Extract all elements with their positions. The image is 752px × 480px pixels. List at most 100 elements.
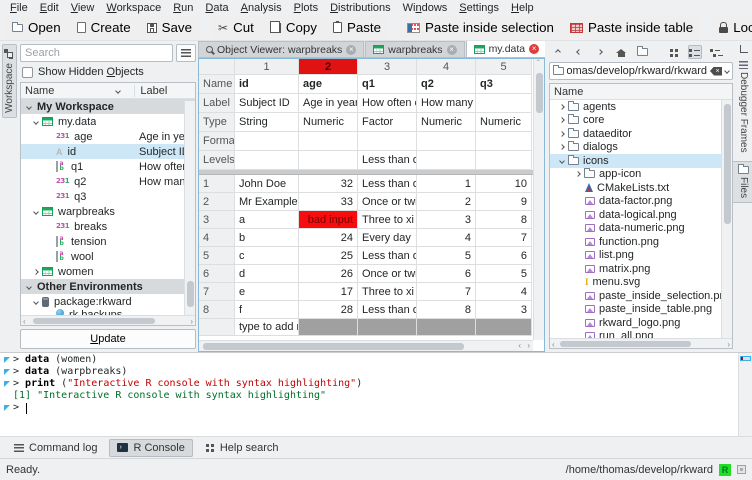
data-cell[interactable]: 33 — [299, 193, 358, 211]
file-tree-item[interactable]: agents — [550, 100, 732, 114]
document-tab-object-viewer-warpbreaks[interactable]: Object Viewer: warpbreaks× — [198, 41, 364, 57]
file-tree-item[interactable]: run_all.png — [550, 330, 732, 339]
data-cell[interactable]: 4 — [417, 229, 476, 247]
data-cell[interactable]: 7 — [476, 229, 532, 247]
data-cell[interactable]: Three to xi ti... — [358, 283, 417, 301]
show-hidden-row[interactable]: Show Hidden Objects — [20, 62, 196, 82]
menu-windows[interactable]: Windows — [397, 1, 454, 15]
expander-icon[interactable] — [33, 209, 39, 215]
expander-icon[interactable] — [559, 117, 565, 123]
meta-cell[interactable]: id — [235, 75, 299, 94]
data-cell[interactable]: d — [235, 265, 299, 283]
data-cell[interactable]: bad input — [299, 211, 358, 229]
data-cell[interactable]: 24 — [299, 229, 358, 247]
meta-cell[interactable]: String — [235, 113, 299, 132]
files-column-header[interactable]: Name — [550, 86, 583, 98]
section-expander-icon[interactable] — [26, 284, 32, 290]
meta-cell[interactable] — [235, 132, 299, 151]
workspace-tree-item[interactable]: women — [21, 264, 195, 279]
files-hscrollbar[interactable]: ‹› — [550, 338, 732, 348]
meta-cell[interactable] — [476, 151, 532, 170]
data-cell[interactable]: 1 — [417, 175, 476, 193]
tab-close-icon[interactable]: × — [447, 45, 457, 55]
meta-cell[interactable]: How often do... — [358, 94, 417, 113]
home-button[interactable] — [614, 45, 628, 59]
data-cell[interactable]: 5 — [417, 247, 476, 265]
data-cell[interactable]: b — [235, 229, 299, 247]
menu-run[interactable]: Run — [167, 1, 199, 15]
files-vscrollbar[interactable] — [721, 100, 732, 338]
column-header-5[interactable]: 5 — [476, 59, 532, 75]
workspace-tree-item[interactable]: abwool — [21, 249, 195, 264]
meta-cell[interactable]: Numeric — [417, 113, 476, 132]
forward-button[interactable] — [593, 45, 607, 59]
data-cell[interactable]: 7 — [417, 283, 476, 301]
tab-close-icon[interactable]: × — [529, 44, 539, 54]
grid-vscrollbar[interactable]: ˆ — [533, 59, 544, 340]
create-button[interactable]: Create — [69, 16, 139, 39]
menu-file[interactable]: File — [4, 1, 34, 15]
file-tree-item[interactable]: app-icon — [550, 168, 732, 182]
workspace-tree-item[interactable]: 231q3 — [21, 189, 195, 204]
meta-cell[interactable]: How many ch... — [417, 94, 476, 113]
meta-cell[interactable]: Age in year — [299, 94, 358, 113]
meta-cell[interactable] — [235, 151, 299, 170]
meta-cell[interactable] — [299, 132, 358, 151]
meta-cell[interactable] — [417, 151, 476, 170]
menu-edit[interactable]: Edit — [34, 1, 65, 15]
menu-help[interactable]: Help — [505, 1, 540, 15]
file-tree-item[interactable]: dialogs — [550, 141, 732, 155]
add-row-input-cell[interactable]: type to add row — [235, 319, 299, 336]
view-details-button[interactable] — [688, 45, 702, 59]
data-cell[interactable]: 8 — [476, 211, 532, 229]
expander-icon[interactable] — [33, 119, 39, 125]
save-button[interactable]: Save — [139, 16, 200, 39]
file-tree-item[interactable]: paste_inside_table.png — [550, 303, 732, 317]
document-tab-my-data[interactable]: my.data× — [466, 41, 545, 57]
section-expander-icon[interactable] — [26, 104, 32, 110]
menu-workspace[interactable]: Workspace — [100, 1, 167, 15]
workspace-dock-tab[interactable]: Workspace — [2, 44, 17, 118]
paste-inside-selection-button[interactable]: Paste inside selection — [399, 16, 562, 39]
data-cell[interactable]: Mr Example — [235, 193, 299, 211]
menu-view[interactable]: View — [65, 1, 101, 15]
open-button[interactable]: Open — [4, 16, 69, 39]
file-tree-item[interactable]: matrix.png — [550, 262, 732, 276]
data-cell[interactable]: Every day — [358, 229, 417, 247]
column-header-3[interactable]: 3 — [358, 59, 417, 75]
workspace-tree-item[interactable]: abq1How often do... — [21, 159, 195, 174]
meta-cell[interactable]: Numeric — [476, 113, 532, 132]
data-cell[interactable]: 6 — [417, 265, 476, 283]
column-header-2[interactable]: 2 — [299, 59, 358, 75]
path-combobox[interactable]: home/thomas/develop/rkward/rkward/ × — [549, 62, 733, 80]
file-tree-item[interactable]: paste_inside_selection.png — [550, 289, 732, 303]
meta-cell[interactable] — [299, 151, 358, 170]
dock-arrange-icon[interactable] — [740, 45, 748, 53]
expander-icon[interactable] — [33, 269, 39, 275]
data-cell[interactable]: 4 — [476, 283, 532, 301]
file-tree-item[interactable]: data-factor.png — [550, 195, 732, 209]
data-cell[interactable]: Less than onc... — [358, 175, 417, 193]
data-cell[interactable]: Once or twice... — [358, 265, 417, 283]
menu-analysis[interactable]: Analysis — [235, 1, 288, 15]
tab-close-icon[interactable]: × — [346, 45, 356, 55]
data-cell[interactable]: 17 — [299, 283, 358, 301]
data-cell[interactable]: 6 — [476, 247, 532, 265]
dock-tab-debugger-frames[interactable]: Debugger Frames — [731, 56, 752, 158]
data-cell[interactable]: 9 — [476, 193, 532, 211]
workspace-tree-item[interactable]: my.data — [21, 114, 195, 129]
file-tree-item[interactable]: dataeditor — [550, 127, 732, 141]
up-button[interactable] — [551, 45, 565, 59]
new-folder-button[interactable] — [635, 45, 649, 59]
meta-cell[interactable] — [417, 132, 476, 151]
tool-tab-command-log[interactable]: Command log — [6, 439, 105, 457]
meta-cell[interactable]: Subject ID — [235, 94, 299, 113]
expander-icon[interactable] — [559, 144, 565, 150]
lock-button[interactable]: Lock — [711, 16, 752, 39]
file-tree-item[interactable]: icons — [550, 154, 732, 168]
meta-cell[interactable]: Numeric — [299, 113, 358, 132]
clear-path-icon[interactable]: × — [710, 67, 722, 76]
data-cell[interactable]: Less than onc... — [358, 247, 417, 265]
workspace-hscrollbar[interactable]: ‹› — [21, 315, 195, 325]
menu-settings[interactable]: Settings — [453, 1, 505, 15]
